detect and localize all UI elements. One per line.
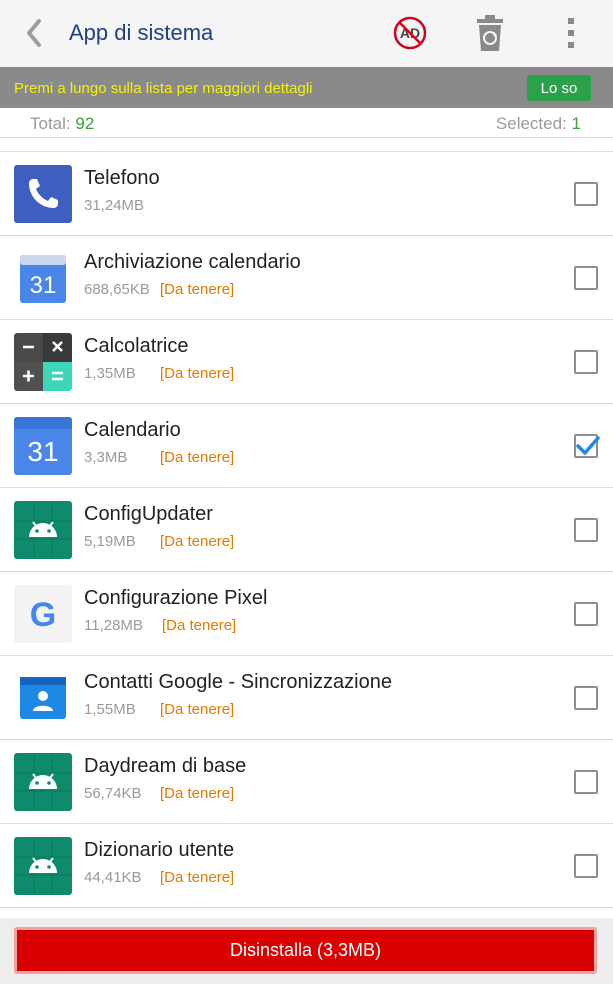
keep-tag: [Da tenere]: [160, 449, 235, 466]
android-icon: [14, 501, 72, 559]
app-list: Telefono 31,24MB 31 Archiviazione calend…: [0, 151, 613, 908]
total-value: 92: [75, 114, 95, 133]
select-checkbox[interactable]: [574, 770, 598, 794]
page-title: App di sistema: [69, 20, 214, 45]
app-name: ConfigUpdater: [84, 503, 213, 525]
app-size: 5,19MB: [84, 533, 136, 550]
app-name: Daydream di base: [84, 755, 247, 777]
keep-tag: [Da tenere]: [160, 365, 235, 382]
recycle-bin-icon: [477, 15, 503, 51]
checkmark-icon: [576, 436, 600, 455]
overflow-menu-icon: [568, 18, 574, 48]
svg-text:31: 31: [30, 272, 57, 299]
app-size: 1,35MB: [84, 365, 136, 382]
list-item[interactable]: Telefono 31,24MB: [0, 152, 613, 236]
calendar-icon: 31: [14, 417, 72, 475]
no-ads-button[interactable]: AD: [390, 13, 430, 53]
list-item[interactable]: ConfigUpdater 5,19MB [Da tenere]: [0, 488, 613, 572]
list-item[interactable]: Daydream di base 56,74KB [Da tenere]: [0, 740, 613, 824]
list-item[interactable]: Calcolatrice 1,35MB [Da tenere]: [0, 320, 613, 404]
keep-tag: [Da tenere]: [160, 533, 235, 550]
svg-text:G: G: [30, 596, 56, 634]
uninstall-button[interactable]: Disinstalla (3,3MB): [14, 927, 597, 974]
app-bar: App di sistema AD: [0, 0, 613, 67]
selected-value: 1: [571, 114, 581, 133]
keep-tag: [Da tenere]: [160, 281, 235, 298]
total-count: Total: 92: [30, 114, 94, 134]
app-name: Calendario: [84, 419, 181, 441]
app-size: 1,55MB: [84, 701, 136, 718]
no-ads-icon: AD: [393, 16, 427, 50]
selected-label: Selected:: [495, 114, 567, 133]
list-item[interactable]: 31 Archiviazione calendario 688,65KB [Da…: [0, 236, 613, 320]
app-name: Dizionario utente: [84, 839, 235, 861]
recycle-bin-button[interactable]: [470, 13, 510, 53]
stats-bar: Total: 92 Selected: 1: [0, 108, 613, 138]
select-checkbox[interactable]: [574, 518, 598, 542]
app-size: 11,28MB: [84, 617, 143, 634]
selected-count: Selected: 1: [496, 114, 581, 134]
keep-tag: [Da tenere]: [162, 617, 237, 634]
app-name: Telefono: [84, 167, 160, 189]
chevron-left-icon[interactable]: [22, 17, 46, 49]
app-name: Contatti Google - Sincronizzazione: [84, 671, 392, 693]
bottom-bar: Disinstalla (3,3MB): [0, 918, 613, 984]
calendar-storage-icon: 31: [14, 249, 72, 307]
keep-tag: [Da tenere]: [160, 701, 235, 718]
select-checkbox[interactable]: [574, 434, 600, 458]
android-icon: [14, 753, 72, 811]
list-item[interactable]: 31 Calendario 3,3MB [Da tenere]: [0, 404, 613, 488]
app-size: 31,24MB: [84, 197, 145, 214]
google-icon: G: [14, 585, 72, 643]
list-item[interactable]: Dizionario utente 44,41KB [Da tenere]: [0, 824, 613, 908]
dismiss-hint-button[interactable]: Lo so: [527, 75, 591, 101]
select-checkbox[interactable]: [574, 602, 598, 626]
select-checkbox[interactable]: [574, 854, 598, 878]
app-name: Configurazione Pixel: [84, 587, 268, 609]
select-checkbox[interactable]: [574, 686, 598, 710]
hint-banner: Premi a lungo sulla lista per maggiori d…: [0, 67, 613, 108]
app-name: Calcolatrice: [84, 335, 189, 357]
list-item[interactable]: G Configurazione Pixel 11,28MB [Da tener…: [0, 572, 613, 656]
phone-icon: [14, 165, 72, 223]
hint-text: Premi a lungo sulla lista per maggiori d…: [14, 80, 313, 97]
select-checkbox[interactable]: [574, 266, 598, 290]
svg-text:31: 31: [27, 436, 58, 467]
app-size: 688,65KB: [84, 281, 150, 298]
select-checkbox[interactable]: [574, 182, 598, 206]
app-size: 3,3MB: [84, 449, 128, 466]
app-name: Archiviazione calendario: [84, 251, 301, 273]
keep-tag: [Da tenere]: [160, 869, 235, 886]
total-label: Total:: [30, 114, 71, 133]
calculator-icon: [14, 333, 72, 391]
select-checkbox[interactable]: [574, 350, 598, 374]
app-size: 44,41KB: [84, 869, 142, 886]
contacts-icon: [14, 669, 72, 727]
android-icon: [14, 837, 72, 895]
keep-tag: [Da tenere]: [160, 785, 235, 802]
overflow-menu-button[interactable]: [551, 13, 591, 53]
app-size: 56,74KB: [84, 785, 142, 802]
list-item[interactable]: Contatti Google - Sincronizzazione 1,55M…: [0, 656, 613, 740]
